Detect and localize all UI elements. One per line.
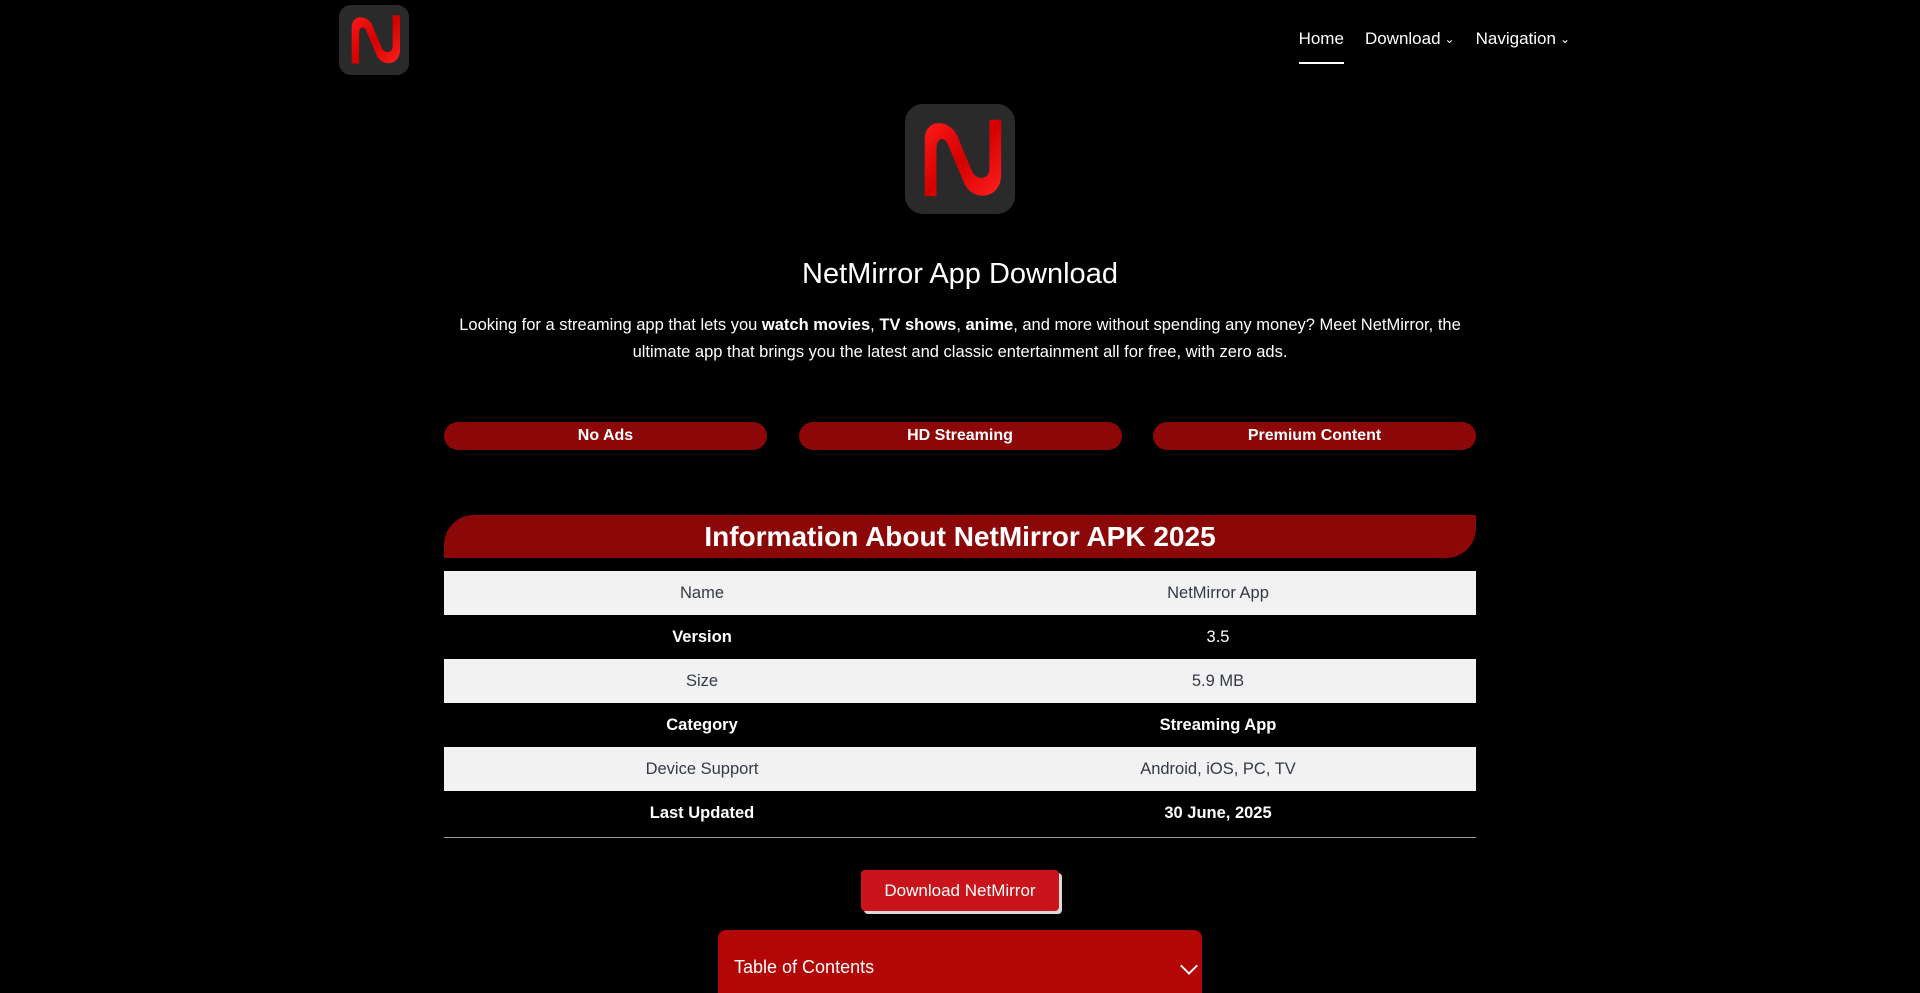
intro-bold-tvshows: TV shows xyxy=(879,316,957,334)
info-key: Device Support xyxy=(444,747,960,791)
intro-text: , xyxy=(956,316,966,334)
chevron-down-icon: ⌄ xyxy=(1444,32,1455,46)
info-value: 3.5 xyxy=(960,615,1476,659)
nav-home-label: Home xyxy=(1298,29,1344,48)
netmirror-logo-icon xyxy=(351,15,401,64)
table-row: Version 3.5 xyxy=(444,615,1476,659)
info-key: Name xyxy=(444,571,960,615)
info-value: NetMirror App xyxy=(960,571,1476,615)
info-key: Size xyxy=(444,659,960,703)
info-key: Version xyxy=(444,615,960,659)
info-value: Android, iOS, PC, TV xyxy=(960,747,1476,791)
info-key: Category xyxy=(444,703,960,747)
nav-navigation-label: Navigation xyxy=(1475,29,1556,48)
hero-app-logo xyxy=(905,104,1015,214)
chevron-down-icon: ⌄ xyxy=(1559,32,1570,46)
nav-download[interactable]: Download ⌄ xyxy=(1365,0,1455,64)
intro-paragraph: Looking for a streaming app that lets yo… xyxy=(444,312,1476,366)
info-table: Name NetMirror App Version 3.5 Size 5.9 … xyxy=(444,571,1476,835)
info-value: Streaming App xyxy=(960,703,1476,747)
nav-home[interactable]: Home xyxy=(1298,0,1345,64)
site-header: Home Download ⌄ Navigation ⌄ xyxy=(0,0,1920,80)
intro-bold-movies: watch movies xyxy=(761,316,871,334)
table-row: Last Updated 30 June, 2025 xyxy=(444,791,1476,835)
table-divider xyxy=(444,837,1476,838)
page-title: NetMirror App Download xyxy=(802,258,1118,290)
table-row: Size 5.9 MB xyxy=(444,659,1476,703)
table-row: Name NetMirror App xyxy=(444,571,1476,615)
nav-download-label: Download xyxy=(1364,29,1441,48)
site-logo[interactable] xyxy=(339,5,409,75)
intro-text: , xyxy=(870,316,880,334)
info-value: 5.9 MB xyxy=(960,659,1476,703)
info-section-title: Information About NetMirror APK 2025 xyxy=(444,515,1476,558)
feature-pills: No Ads HD Streaming Premium Content xyxy=(444,422,1476,450)
info-value: 30 June, 2025 xyxy=(960,791,1476,835)
feature-pill-premium-content: Premium Content xyxy=(1153,422,1476,450)
intro-bold-anime: anime xyxy=(965,316,1014,334)
toc-title: Table of Contents xyxy=(734,957,875,977)
netmirror-logo-icon xyxy=(924,119,1002,197)
intro-text: Looking for a streaming app that lets yo… xyxy=(459,316,762,334)
nav-navigation[interactable]: Navigation ⌄ xyxy=(1476,0,1570,64)
feature-pill-hd-streaming: HD Streaming xyxy=(798,422,1122,450)
table-of-contents[interactable]: Table of Contents xyxy=(718,930,1202,993)
feature-pill-no-ads: No Ads xyxy=(444,422,767,450)
download-netmirror-button[interactable]: Download NetMirror xyxy=(861,870,1059,911)
main-nav: Home Download ⌄ Navigation ⌄ xyxy=(1298,0,1570,80)
info-key: Last Updated xyxy=(444,791,960,835)
table-row: Category Streaming App xyxy=(444,703,1476,747)
chevron-down-icon[interactable] xyxy=(1178,958,1200,980)
table-row: Device Support Android, iOS, PC, TV xyxy=(444,747,1476,791)
